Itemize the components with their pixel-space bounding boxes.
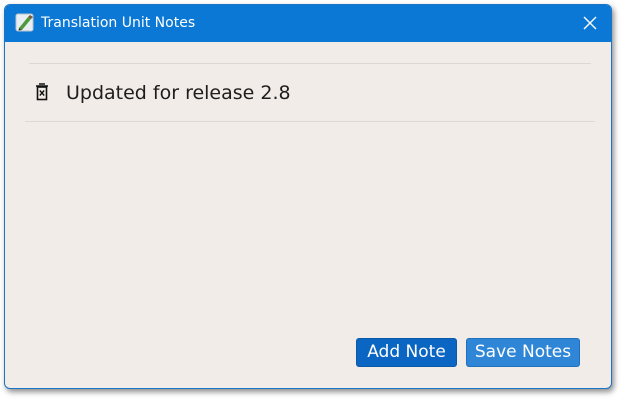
note-item: Updated for release 2.8: [25, 65, 595, 121]
title-bar[interactable]: Translation Unit Notes: [5, 5, 611, 42]
trash-icon[interactable]: [35, 82, 49, 101]
add-note-button[interactable]: Add Note: [356, 338, 457, 367]
divider: [29, 63, 591, 64]
save-notes-button[interactable]: Save Notes: [466, 338, 580, 367]
close-button[interactable]: [577, 11, 603, 35]
window-title: Translation Unit Notes: [41, 15, 196, 31]
pen-paper-icon: [15, 13, 34, 32]
divider: [25, 121, 595, 122]
close-icon: [583, 16, 597, 30]
notes-dialog: Translation Unit Notes Updated for relea…: [4, 4, 612, 389]
note-text: Updated for release 2.8: [66, 82, 291, 104]
notes-area: Updated for release 2.8 Add Note Save No…: [5, 42, 611, 388]
